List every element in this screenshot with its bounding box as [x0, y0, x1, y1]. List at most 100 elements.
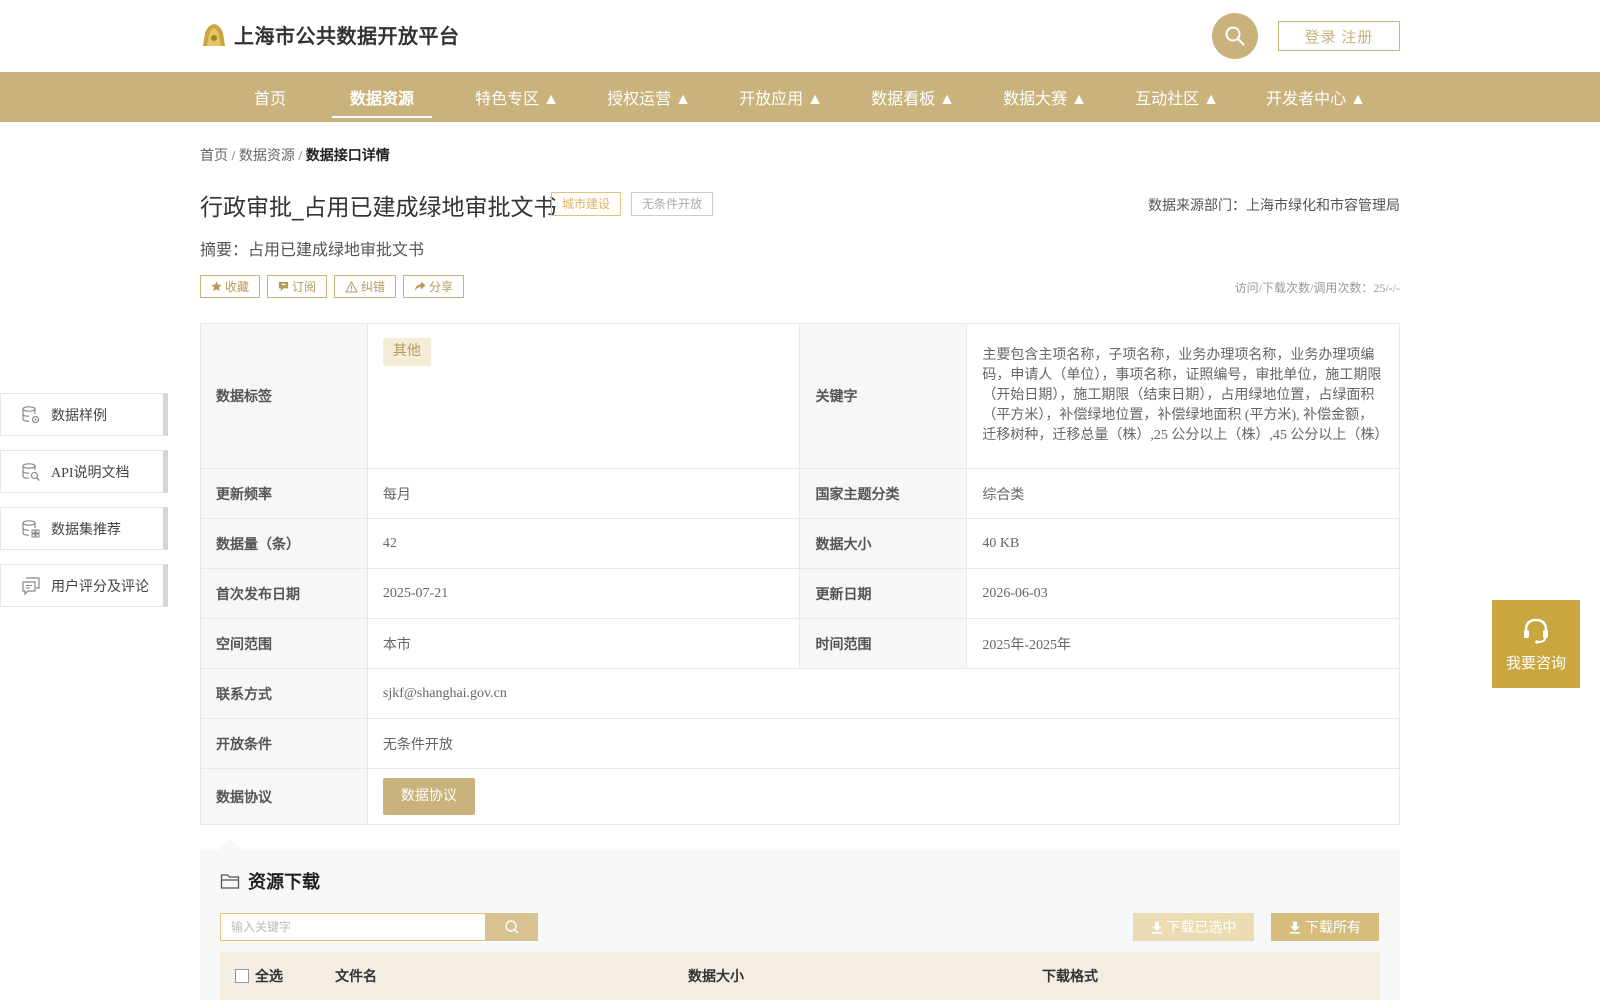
protocol-label: 数据协议	[200, 768, 368, 825]
data-size-label: 数据大小	[799, 518, 968, 569]
search-icon	[505, 920, 519, 934]
update-frequency-label: 更新频率	[200, 468, 368, 519]
update-frequency-value: 每月	[366, 468, 801, 519]
side-item-label: 数据集推荐	[51, 522, 121, 538]
nav-item-developer[interactable]: 开发者中心 ▲	[1254, 72, 1378, 122]
side-item-label: 数据样例	[51, 408, 107, 424]
warning-icon	[345, 280, 358, 292]
download-format-column-header: 下载格式	[1042, 970, 1098, 985]
database-grid-icon	[22, 519, 40, 537]
star-icon	[211, 281, 222, 292]
database-search-icon	[22, 462, 40, 481]
site-title: 上海市公共数据开放平台	[234, 24, 460, 48]
action-bar: 收藏 订阅 纠错 分享	[200, 275, 471, 298]
nav-item-data-resources[interactable]: 数据资源	[332, 72, 432, 122]
keywords-label: 关键字	[799, 323, 968, 469]
resource-title-text: 资源下载	[248, 872, 320, 893]
tags-cell: 其他	[366, 323, 801, 469]
subscribe-icon	[278, 281, 289, 292]
select-all-checkbox[interactable]	[235, 969, 249, 983]
data-size-value: 40 KB	[966, 518, 1400, 569]
open-condition-value: 无条件开放	[366, 718, 1401, 769]
subscribe-button[interactable]: 订阅	[267, 275, 328, 298]
keyword-search-input[interactable]	[220, 913, 486, 941]
download-selected-button[interactable]: 下载已选中	[1133, 913, 1254, 941]
open-condition-label: 开放条件	[200, 718, 368, 769]
breadcrumb: 首页 / 数据资源 / 数据接口详情	[200, 145, 390, 165]
dataset-summary: 摘要：占用已建成绿地审批文书	[200, 242, 425, 259]
table-row: 空间范围 本市 时间范围 2025年-2025年	[200, 618, 1400, 669]
resource-download-title: 资源下载	[220, 868, 320, 894]
page-title: 行政审批_占用已建成绿地审批文书	[200, 195, 557, 221]
side-item-dataset-recommend[interactable]: 数据集推荐	[0, 507, 168, 550]
update-date-label: 更新日期	[799, 568, 968, 619]
data-tag-chip[interactable]: 其他	[382, 338, 431, 366]
download-all-button[interactable]: 下载所有	[1271, 913, 1379, 941]
download-icon	[1151, 921, 1162, 934]
record-count-value: 42	[366, 518, 801, 569]
report-error-label: 纠错	[361, 280, 386, 294]
side-item-api-docs[interactable]: API说明文档	[0, 450, 168, 493]
contact-label: 联系方式	[200, 668, 368, 719]
side-item-user-reviews[interactable]: 用户评分及评论	[0, 564, 168, 607]
tags-label: 数据标签	[200, 323, 368, 469]
subscribe-label: 订阅	[292, 280, 317, 294]
theme-label: 国家主题分类	[799, 468, 968, 519]
select-all-label: 全选	[255, 970, 283, 985]
keyword-search-button[interactable]	[486, 913, 538, 941]
side-item-label: 用户评分及评论	[51, 579, 149, 595]
first-publish-label: 首次发布日期	[200, 568, 368, 619]
search-icon	[1225, 26, 1245, 46]
table-row: 数据协议 数据协议	[200, 768, 1401, 825]
nav-item-dashboard[interactable]: 数据看板 ▲	[858, 72, 968, 122]
spatial-range-value: 本市	[366, 618, 801, 669]
breadcrumb-current: 数据接口详情	[305, 149, 390, 164]
main-nav: 首页 数据资源 特色专区 ▲ 授权运营 ▲ 开放应用 ▲ 数据看板 ▲ 数据大赛…	[0, 72, 1600, 122]
breadcrumb-data-resources[interactable]: 数据资源	[239, 149, 295, 164]
keywords-value: 主要包含主项名称，子项名称，业务办理项名称，业务办理项编码，申请人（单位），事项…	[982, 348, 1389, 443]
time-range-label: 时间范围	[799, 618, 968, 669]
time-range-value: 2025年-2025年	[966, 618, 1400, 669]
data-size-column-header: 数据大小	[688, 970, 744, 985]
keywords-cell: 主要包含主项名称，子项名称，业务办理项名称，业务办理项编码，申请人（单位），事项…	[966, 323, 1400, 469]
table-row: 数据量（条） 42 数据大小 40 KB	[200, 518, 1400, 569]
header-search-button[interactable]	[1212, 13, 1258, 59]
favorite-button[interactable]: 收藏	[200, 275, 261, 298]
breadcrumb-separator: /	[231, 149, 236, 164]
nav-item-home[interactable]: 首页	[230, 72, 310, 122]
protocol-cell: 数据协议	[366, 768, 1401, 825]
breadcrumb-separator: /	[298, 149, 303, 164]
report-error-button[interactable]: 纠错	[334, 275, 397, 298]
nav-item-community[interactable]: 互动社区 ▲	[1122, 72, 1232, 122]
table-row: 开放条件 无条件开放	[200, 718, 1401, 769]
share-icon	[414, 281, 426, 291]
nav-item-open-apps[interactable]: 开放应用 ▲	[726, 72, 836, 122]
nav-item-authorized-ops[interactable]: 授权运营 ▲	[594, 72, 704, 122]
site-logo[interactable]: 上海市公共数据开放平台	[200, 20, 460, 49]
spatial-range-label: 空间范围	[200, 618, 368, 669]
data-protocol-button[interactable]: 数据协议	[382, 778, 475, 815]
consult-button[interactable]: 我要咨询	[1492, 600, 1580, 688]
nav-item-featured[interactable]: 特色专区 ▲	[462, 72, 572, 122]
source-department: 数据来源部门：上海市绿化和市容管理局	[1148, 199, 1400, 214]
resource-table-header: 全选 文件名 数据大小 下载格式	[220, 952, 1380, 1000]
comment-icon	[22, 576, 40, 595]
section-pointer	[218, 838, 242, 850]
category-tag: 城市建设	[551, 192, 622, 216]
download-all-label: 下载所有	[1305, 921, 1361, 936]
favorite-label: 收藏	[225, 280, 250, 294]
login-register-button[interactable]: 登录 注册	[1278, 21, 1400, 51]
visit-stats: 访问/下载次数/调用次数：25/-/-	[1234, 281, 1400, 295]
dataset-info-table: 数据标签 其他 关键字 主要包含主项名称，子项名称，业务办理项名称，业务办理项编…	[200, 323, 1401, 825]
open-type-tag: 无条件开放	[631, 192, 714, 216]
share-label: 分享	[429, 280, 454, 294]
contact-value: sjkf@shanghai.gov.cn	[366, 668, 1401, 719]
nav-item-competition[interactable]: 数据大赛 ▲	[990, 72, 1100, 122]
logo-emblem-icon	[203, 23, 225, 46]
database-settings-icon	[22, 405, 40, 423]
share-button[interactable]: 分享	[403, 275, 465, 298]
side-item-data-sample[interactable]: 数据样例	[0, 393, 168, 436]
side-float-menu: 数据样例 API说明文档 数据集推荐 用户评分及评论	[0, 393, 168, 621]
table-row: 更新频率 每月 国家主题分类 综合类	[200, 468, 1400, 519]
breadcrumb-home[interactable]: 首页	[200, 149, 228, 164]
